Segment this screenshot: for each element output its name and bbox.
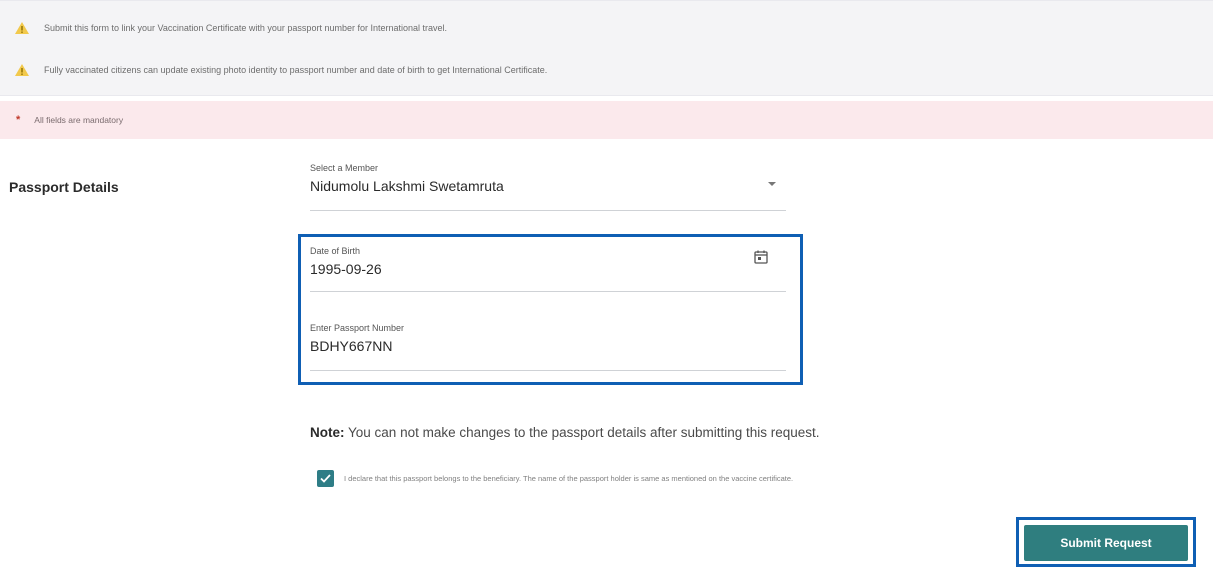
mandatory-text: All fields are mandatory bbox=[34, 115, 124, 125]
info-box: Submit this form to link your Vaccinatio… bbox=[0, 0, 1213, 96]
warning-icon bbox=[15, 22, 29, 34]
declaration-text: I declare that this passport belongs to … bbox=[344, 474, 794, 483]
member-select-label: Select a Member bbox=[310, 163, 379, 173]
warning-icon bbox=[15, 64, 29, 76]
required-marker: * bbox=[16, 114, 21, 126]
member-select[interactable]: Select a Member Nidumolu Lakshmi Swetamr… bbox=[310, 163, 786, 211]
checkmark-icon bbox=[320, 474, 331, 483]
submit-request-button[interactable]: Submit Request bbox=[1024, 525, 1188, 561]
highlight-box-fields bbox=[298, 234, 803, 385]
note-prefix: Note: bbox=[310, 425, 345, 440]
info-line-1: Submit this form to link your Vaccinatio… bbox=[14, 21, 447, 35]
declaration-checkbox[interactable] bbox=[317, 470, 334, 487]
declaration-row: I declare that this passport belongs to … bbox=[317, 470, 793, 487]
member-select-value: Nidumolu Lakshmi Swetamruta bbox=[310, 178, 504, 194]
info-line-2-text: Fully vaccinated citizens can update exi… bbox=[44, 65, 548, 75]
note-body: You can not make changes to the passport… bbox=[348, 425, 820, 440]
mandatory-banner: * All fields are mandatory bbox=[0, 101, 1213, 139]
info-line-2: Fully vaccinated citizens can update exi… bbox=[14, 63, 547, 77]
note-text: Note: You can not make changes to the pa… bbox=[310, 425, 820, 440]
section-title: Passport Details bbox=[9, 179, 119, 195]
info-line-1-text: Submit this form to link your Vaccinatio… bbox=[44, 23, 448, 33]
chevron-down-icon[interactable] bbox=[768, 182, 776, 186]
